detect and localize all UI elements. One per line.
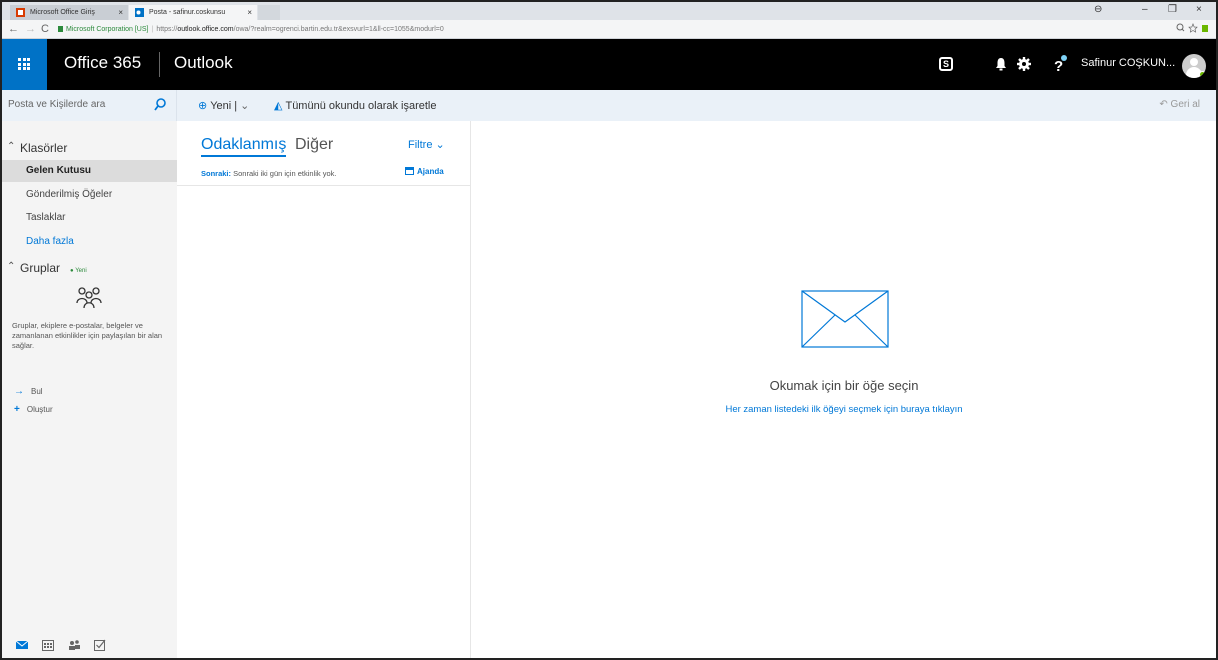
browser-tab-office[interactable]: Microsoft Office Giriş × bbox=[10, 5, 128, 20]
mail-icon[interactable] bbox=[16, 639, 28, 651]
url-host: outlook.office.com bbox=[177, 26, 234, 33]
plus-icon: + bbox=[14, 404, 20, 415]
more-folders-link[interactable]: Daha fazla bbox=[2, 231, 177, 253]
app-title[interactable]: Outlook bbox=[174, 53, 233, 73]
chevron-up-icon[interactable]: ⌃ bbox=[7, 141, 15, 152]
new-badge: ● Yeni bbox=[70, 268, 87, 274]
arrow-right-icon: → bbox=[14, 386, 24, 397]
back-icon[interactable]: ← bbox=[8, 23, 19, 35]
undo-icon: ↶ bbox=[1159, 99, 1171, 110]
new-message-button[interactable]: ⊕ Yeni | ⌄ bbox=[198, 99, 249, 112]
envelope-icon bbox=[801, 290, 889, 348]
tab-other[interactable]: Diğer bbox=[295, 136, 333, 154]
next-event-text: Sonraki iki gün için etkinlik yok. bbox=[233, 169, 337, 178]
lock-icon bbox=[58, 26, 63, 32]
waffle-icon bbox=[18, 58, 30, 70]
office365-brand[interactable]: Office 365 bbox=[64, 53, 141, 73]
app-launcher-button[interactable] bbox=[2, 39, 47, 90]
empty-state-title: Okumak için bir öğe seçin bbox=[769, 378, 919, 393]
presence-indicator bbox=[1199, 71, 1206, 78]
auto-select-first-link[interactable]: Her zaman listedeki ilk öğeyi seçmek içi… bbox=[472, 404, 1216, 415]
tab-focused[interactable]: Odaklanmış bbox=[201, 136, 287, 157]
user-name[interactable]: Safinur COŞKUN... bbox=[1081, 57, 1175, 69]
browser-tab-title: Microsoft Office Giriş bbox=[30, 9, 95, 16]
groups-header-label: Gruplar bbox=[20, 261, 61, 275]
mark-all-read-label: Tümünü okundu olarak işaretle bbox=[285, 100, 437, 112]
folders-header-label: Klasörler bbox=[20, 141, 68, 155]
new-label: Yeni | bbox=[210, 100, 238, 112]
reading-pane: Okumak için bir öğe seçin Her zaman list… bbox=[472, 121, 1216, 658]
next-event-line: Sonraki: Sonraki iki gün için etkinlik y… bbox=[201, 169, 337, 178]
folder-pane: ⌃ Klasörler Gelen Kutusu Gönderilmiş Öğel… bbox=[2, 121, 177, 658]
close-window-icon[interactable]: × bbox=[1196, 4, 1202, 15]
next-label: Sonraki: bbox=[201, 169, 232, 178]
svg-text:?: ? bbox=[1054, 58, 1063, 75]
groups-icon bbox=[76, 287, 102, 309]
undo-label: Geri al bbox=[1170, 99, 1200, 110]
header-divider bbox=[159, 52, 160, 77]
close-tab-icon[interactable]: × bbox=[118, 5, 123, 20]
find-groups-link[interactable]: → Bul bbox=[14, 386, 43, 397]
open-envelope-icon: ◭ bbox=[274, 100, 283, 112]
create-group-link[interactable]: + Oluştur bbox=[14, 404, 53, 415]
groups-header[interactable]: ⌃ Gruplar ● Yeni bbox=[7, 261, 87, 275]
divider bbox=[177, 185, 471, 186]
folders-header[interactable]: ⌃ Klasörler bbox=[7, 141, 68, 155]
people-icon[interactable] bbox=[68, 639, 80, 651]
mark-all-read-button[interactable]: ◭ Tümünü okundu olarak işaretle bbox=[274, 99, 437, 112]
create-label: Oluştur bbox=[26, 405, 53, 414]
search-icon[interactable] bbox=[154, 96, 166, 114]
plus-circle-icon: ⊕ bbox=[198, 100, 208, 112]
agenda-button[interactable]: Ajanda bbox=[405, 167, 444, 176]
reload-icon[interactable]: C bbox=[41, 23, 49, 35]
calendar-icon[interactable] bbox=[42, 639, 54, 651]
site-identity: Microsoft Corporation [US] bbox=[66, 26, 149, 33]
find-label: Bul bbox=[31, 387, 43, 396]
suite-header: Office 365 Outlook S ? Safinur COŞKUN... bbox=[2, 39, 1216, 90]
undo-button[interactable]: ↶ Geri al bbox=[1159, 99, 1200, 110]
browser-tabbar: Microsoft Office Giriş × Posta - safinur… bbox=[2, 2, 1216, 20]
filter-button[interactable]: Filtre ⌄ bbox=[408, 138, 445, 151]
browser-window: Microsoft Office Giriş × Posta - safinur… bbox=[0, 0, 1218, 660]
agenda-label: Ajanda bbox=[417, 167, 444, 176]
groups-description: Gruplar, ekiplere e-postalar, belgeler v… bbox=[12, 321, 163, 350]
chevron-down-icon[interactable]: ⌄ bbox=[240, 100, 249, 112]
profile-icon[interactable]: ⊖ bbox=[1094, 4, 1102, 15]
message-list: Odaklanmış Diğer Filtre ⌄ Sonraki: Sonra… bbox=[177, 121, 471, 658]
search-box[interactable]: Posta ve Kişilerde ara bbox=[2, 90, 177, 121]
avatar[interactable] bbox=[1182, 54, 1206, 78]
forward-icon[interactable]: → bbox=[25, 23, 36, 35]
browser-actions[interactable] bbox=[1176, 23, 1210, 35]
module-switcher bbox=[2, 630, 177, 658]
office-logo-icon bbox=[16, 8, 25, 17]
browser-tab-title: Posta - safinur.coskunsu bbox=[149, 9, 226, 16]
folder-drafts[interactable]: Taslaklar bbox=[2, 207, 177, 229]
zoom-star-icon[interactable] bbox=[1176, 23, 1210, 33]
folder-inbox[interactable]: Gelen Kutusu bbox=[2, 160, 177, 182]
tasks-icon[interactable] bbox=[94, 639, 106, 651]
minimize-icon[interactable]: – bbox=[1142, 4, 1148, 15]
help-icon[interactable]: ? bbox=[1048, 53, 1070, 75]
calendar-icon bbox=[405, 167, 414, 175]
url-scheme: https:// bbox=[156, 26, 178, 33]
search-input[interactable]: Posta ve Kişilerde ara bbox=[8, 99, 105, 110]
chevron-up-icon[interactable]: ⌃ bbox=[7, 261, 15, 272]
outlook-logo-icon bbox=[135, 8, 144, 17]
bell-icon[interactable] bbox=[990, 53, 1012, 75]
command-bar: Posta ve Kişilerde ara ⊕ Yeni | ⌄ ◭ Tümünü … bbox=[2, 90, 1216, 121]
chevron-down-icon: ⌄ bbox=[435, 139, 445, 151]
folder-sent[interactable]: Gönderilmiş Öğeler bbox=[2, 184, 177, 206]
browser-tab-outlook[interactable]: Posta - safinur.coskunsu × bbox=[129, 5, 257, 20]
browser-toolbar: ← → C Microsoft Corporation [US] | https:/… bbox=[2, 20, 1216, 39]
close-tab-icon[interactable]: × bbox=[247, 5, 252, 20]
filter-label: Filtre bbox=[408, 139, 433, 151]
url-path: /owa/?realm=ogrenci.bartin.edu.tr&exsvur… bbox=[233, 26, 444, 33]
address-bar[interactable]: Microsoft Corporation [US] | https://outlo… bbox=[58, 23, 1178, 36]
new-tab-button[interactable] bbox=[258, 5, 280, 20]
gear-icon[interactable] bbox=[1013, 53, 1035, 75]
restore-icon[interactable]: ❐ bbox=[1168, 4, 1177, 15]
skype-icon[interactable]: S bbox=[939, 57, 953, 71]
